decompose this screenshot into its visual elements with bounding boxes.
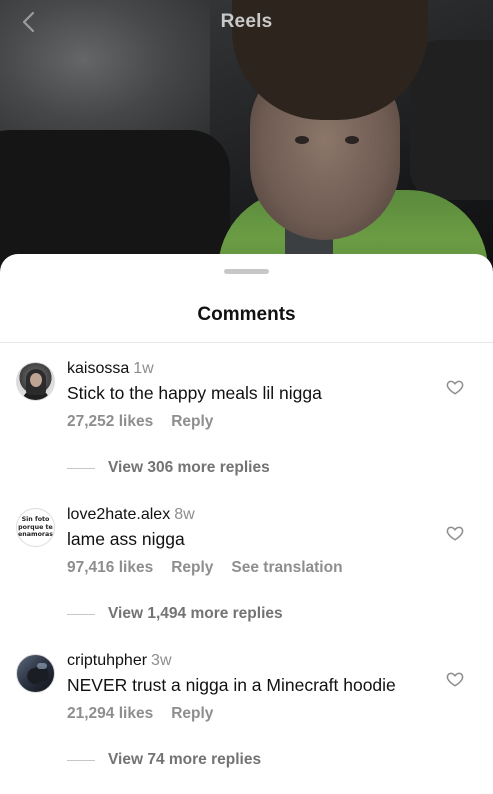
reply-button[interactable]: Reply	[171, 705, 213, 722]
view-more-replies-label: View 1,494 more replies	[108, 605, 283, 622]
comment-author[interactable]: kaisossa 1w	[67, 360, 154, 378]
header-divider	[0, 342, 493, 343]
username[interactable]: kaisossa	[67, 360, 129, 377]
comment-item: criptuhpher 3w NEVER trust a nigga in a M…	[0, 644, 493, 784]
comment-time: 3w	[151, 652, 172, 669]
heart-icon[interactable]	[446, 670, 464, 688]
reply-button[interactable]: Reply	[171, 413, 213, 430]
avatar[interactable]	[16, 654, 55, 693]
comment-meta: 21,294 likes Reply	[67, 705, 231, 723]
reply-button[interactable]: Reply	[171, 559, 213, 576]
comment-meta: 27,252 likes Reply	[67, 413, 231, 431]
reel-video[interactable]	[0, 0, 493, 290]
avatar[interactable]: Sin foto porque te enamoras	[16, 508, 55, 547]
eye-left	[295, 136, 309, 144]
comment-author[interactable]: criptuhpher 3w	[67, 652, 172, 670]
car-headrest	[410, 40, 493, 200]
view-more-replies[interactable]: View 306 more replies	[67, 459, 270, 477]
comment-time: 8w	[174, 506, 195, 523]
comment-time: 1w	[133, 360, 154, 377]
comment-text: lame ass nigga	[67, 529, 185, 549]
comment-text: NEVER trust a nigga in a Minecraft hoodi…	[67, 675, 396, 695]
view-more-replies-label: View 74 more replies	[108, 751, 262, 768]
view-more-replies[interactable]: View 1,494 more replies	[67, 605, 283, 623]
avatar-text: Sin foto porque te enamoras	[18, 516, 53, 539]
avatar[interactable]	[16, 362, 55, 401]
view-more-replies-label: View 306 more replies	[108, 459, 270, 476]
sheet-grabber-handle[interactable]	[224, 269, 269, 274]
comments-title: Comments	[197, 304, 296, 325]
heart-icon[interactable]	[446, 378, 464, 396]
comment-author[interactable]: love2hate.alex 8w	[67, 506, 195, 524]
see-translation-button[interactable]: See translation	[231, 559, 342, 576]
comment-text: Stick to the happy meals lil nigga	[67, 383, 322, 403]
likes-count[interactable]: 27,252 likes	[67, 413, 153, 430]
heart-icon[interactable]	[446, 524, 464, 542]
view-more-replies[interactable]: View 74 more replies	[67, 751, 261, 769]
username[interactable]: criptuhpher	[67, 652, 147, 669]
likes-count[interactable]: 97,416 likes	[67, 559, 153, 576]
comment-item: kaisossa 1w Stick to the happy meals lil …	[0, 352, 493, 492]
eye-right	[345, 136, 359, 144]
likes-count[interactable]: 21,294 likes	[67, 705, 153, 722]
comment-item: Sin foto porque te enamoras love2hate.alex…	[0, 498, 493, 638]
comments-sheet: Comments kaisossa 1w Stick to the happy m…	[0, 254, 493, 794]
page-title: Reels	[220, 11, 273, 32]
comment-meta: 97,416 likes Reply See translation	[67, 559, 361, 577]
username[interactable]: love2hate.alex	[67, 506, 170, 523]
